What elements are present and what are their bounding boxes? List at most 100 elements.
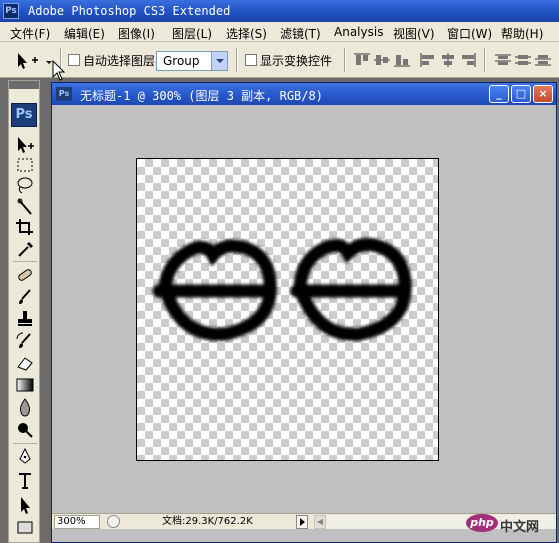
align-bottom-icon[interactable]: [393, 53, 411, 67]
options-separator: [236, 48, 238, 72]
canvas-area[interactable]: [52, 105, 556, 513]
menu-edit[interactable]: 编辑(E): [64, 25, 105, 42]
arrow-icon: [21, 497, 30, 514]
bandage-icon: [18, 269, 32, 281]
close-button[interactable]: ×: [533, 85, 553, 103]
eraser-icon: [17, 357, 33, 371]
menu-image[interactable]: 图像(I): [118, 25, 155, 42]
show-transform-checkbox[interactable]: [245, 54, 257, 66]
dodge-tool[interactable]: [14, 419, 36, 439]
minimize-icon: _: [496, 87, 502, 100]
auto-select-label: 自动选择图层: [83, 54, 156, 68]
distribute-vcenter-icon[interactable]: [514, 53, 532, 67]
palette-separator: [13, 443, 37, 444]
glasses-shape: [152, 237, 412, 341]
blur-tool[interactable]: [14, 397, 36, 417]
chevron-down-icon[interactable]: [211, 52, 227, 70]
document-size: 文档:29.3K/762.2K: [162, 516, 253, 527]
menu-window[interactable]: 窗口(W): [447, 25, 492, 42]
lasso-icon: [17, 177, 33, 194]
align-left-icon[interactable]: [419, 53, 437, 67]
brush-tool[interactable]: [14, 287, 36, 307]
move-tool-icon: [18, 53, 52, 69]
menu-bar: 文件(F) 编辑(E) 图像(I) 图层(L) 选择(S) 滤镜(T) Anal…: [0, 22, 559, 42]
gradient-tool[interactable]: [14, 375, 36, 395]
history-brush-tool[interactable]: [14, 331, 36, 351]
options-separator: [344, 48, 346, 72]
path-selection-tool[interactable]: [14, 495, 36, 515]
maximize-icon: □: [515, 87, 527, 100]
shape-tool[interactable]: [14, 517, 36, 537]
menu-layer[interactable]: 图层(L): [172, 25, 212, 42]
palette-grip[interactable]: [9, 81, 39, 89]
menu-filter[interactable]: 滤镜(T): [280, 25, 321, 42]
align-top-icon[interactable]: [353, 53, 371, 67]
menu-analysis[interactable]: Analysis: [334, 25, 383, 39]
palette-separator: [13, 261, 37, 262]
auto-select-type-dropdown[interactable]: Group: [156, 51, 228, 71]
scroll-left-button[interactable]: ◀: [314, 515, 326, 529]
history-brush-icon: [16, 332, 31, 348]
tool-palette: Ps: [8, 80, 40, 543]
ps-logo[interactable]: Ps: [11, 103, 37, 127]
healing-brush-tool[interactable]: [14, 265, 36, 285]
brush-icon: [19, 289, 31, 304]
distribute-bottom-icon[interactable]: [534, 53, 552, 67]
type-tool[interactable]: [14, 471, 36, 491]
document-titlebar[interactable]: Ps 无标题-1 @ 300% (图层 3 副本, RGB/8) _ □ ×: [52, 83, 556, 105]
minimize-button[interactable]: _: [489, 85, 509, 103]
mouse-cursor-icon: [52, 60, 66, 81]
app-titlebar: Ps Adobe Photoshop CS3 Extended: [0, 0, 559, 22]
menu-help[interactable]: 帮助(H): [501, 25, 543, 42]
document-window: Ps 无标题-1 @ 300% (图层 3 副本, RGB/8) _ □ × 3…: [51, 82, 557, 543]
play-arrow-icon: [300, 518, 305, 526]
options-bar: 自动选择图层 Group 显示变换控件: [0, 42, 559, 78]
drop-icon: [20, 398, 30, 417]
document-icon: Ps: [56, 87, 72, 101]
type-icon: [19, 473, 31, 489]
menu-view[interactable]: 视图(V): [393, 25, 435, 42]
watermark-text: 中文网: [500, 520, 540, 535]
status-menu-button[interactable]: [296, 515, 308, 529]
status-info-icon[interactable]: [107, 515, 120, 528]
php-logo: php: [466, 514, 498, 532]
clone-stamp-tool[interactable]: [14, 309, 36, 329]
quick-selection-tool[interactable]: [14, 197, 36, 217]
auto-select-type-value: Group: [163, 54, 200, 68]
marquee-tool[interactable]: [14, 155, 36, 175]
rectangle-icon: [17, 521, 33, 534]
crop-tool[interactable]: [14, 217, 36, 237]
app-title: Adobe Photoshop CS3 Extended: [28, 4, 231, 18]
align-right-icon[interactable]: [459, 53, 477, 67]
document-title: 无标题-1 @ 300% (图层 3 副本, RGB/8): [80, 89, 323, 103]
photoshop-icon: Ps: [3, 3, 19, 19]
auto-select-checkbox[interactable]: [68, 54, 80, 66]
menu-file[interactable]: 文件(F): [10, 25, 50, 42]
tool-preset-picker[interactable]: [12, 48, 56, 72]
crop-icon: [16, 219, 33, 235]
eyedropper-tool[interactable]: [14, 239, 36, 259]
align-hcenter-icon[interactable]: [439, 53, 457, 67]
pen-tool[interactable]: [14, 447, 36, 467]
dodge-icon: [18, 423, 33, 438]
canvas-artwork: [152, 237, 412, 341]
gradient-icon: [16, 378, 34, 392]
distribute-top-icon[interactable]: [494, 53, 512, 67]
move-icon: [18, 137, 34, 153]
eraser-tool[interactable]: [14, 353, 36, 373]
move-tool[interactable]: [14, 135, 36, 155]
zoom-field[interactable]: 300%: [54, 515, 100, 529]
options-separator: [484, 48, 486, 72]
menu-select[interactable]: 选择(S): [226, 25, 267, 42]
align-vcenter-icon[interactable]: [373, 53, 391, 67]
lasso-tool[interactable]: [14, 175, 36, 195]
show-transform-label: 显示变换控件: [260, 54, 333, 68]
quick-selection-icon: [17, 198, 32, 215]
close-icon: ×: [538, 87, 548, 100]
pen-icon: [19, 447, 31, 464]
maximize-button[interactable]: □: [511, 85, 531, 103]
canvas[interactable]: [136, 158, 439, 461]
stamp-icon: [18, 311, 32, 326]
eyedropper-icon: [18, 242, 33, 257]
marquee-icon: [17, 158, 33, 172]
